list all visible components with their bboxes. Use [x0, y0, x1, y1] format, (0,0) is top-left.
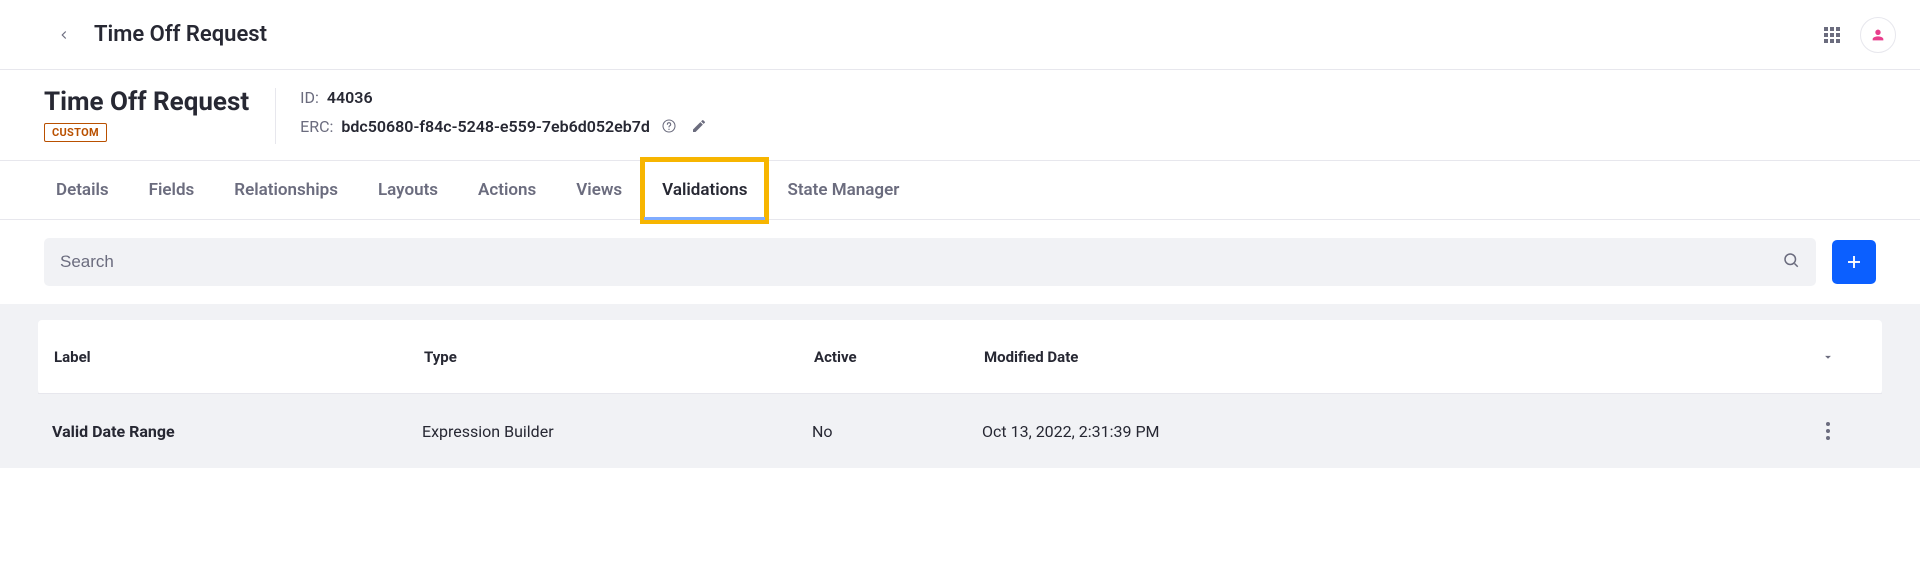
meta-row-id: ID: 44036 [300, 88, 710, 107]
status-badge: CUSTOM [44, 123, 107, 142]
cell-type: Expression Builder [422, 422, 812, 441]
col-modified[interactable]: Modified Date [982, 348, 1788, 366]
table-row[interactable]: Valid Date Range Expression Builder No O… [38, 394, 1882, 468]
plus-icon [1845, 253, 1863, 271]
row-actions-button[interactable] [1788, 422, 1868, 440]
meta-row-erc: ERC: bdc50680-f84c-5248-e559-7eb6d052eb7… [300, 115, 710, 137]
apps-menu-button[interactable] [1824, 27, 1840, 43]
tab-views[interactable]: Views [576, 161, 622, 220]
title-column: Time Off Request CUSTOM [44, 88, 276, 144]
back-button[interactable] [52, 23, 76, 47]
tab-validations[interactable]: Validations [644, 161, 765, 220]
meta-column: ID: 44036 ERC: bdc50680-f84c-5248-e559-7… [276, 88, 710, 137]
table-header-row: Label Type Active Modified Date [38, 320, 1882, 394]
tab-layouts[interactable]: Layouts [378, 161, 438, 220]
pencil-icon [691, 118, 707, 134]
top-bar: Time Off Request [0, 0, 1920, 70]
add-button[interactable] [1832, 240, 1876, 284]
header-block: Time Off Request CUSTOM ID: 44036 ERC: b… [0, 70, 1920, 161]
search-input[interactable] [60, 252, 1782, 272]
table-body: Valid Date Range Expression Builder No O… [38, 394, 1882, 468]
columns-dropdown-button[interactable] [1788, 350, 1868, 364]
cell-label: Valid Date Range [52, 422, 422, 441]
chevron-left-icon [57, 28, 71, 42]
table: Label Type Active Modified Date [38, 320, 1882, 394]
search-icon [1782, 251, 1800, 273]
erc-label: ERC: [300, 117, 333, 136]
page-title: Time Off Request [44, 88, 249, 117]
user-avatar-button[interactable] [1860, 17, 1896, 53]
id-label: ID: [300, 88, 319, 107]
cell-active: No [812, 422, 982, 441]
col-label[interactable]: Label [52, 348, 422, 366]
tab-details[interactable]: Details [56, 161, 109, 220]
col-active[interactable]: Active [812, 348, 982, 366]
question-circle-icon [661, 118, 677, 134]
id-value: 44036 [327, 88, 373, 107]
erc-value: bdc50680-f84c-5248-e559-7eb6d052eb7d [341, 117, 650, 136]
col-type[interactable]: Type [422, 348, 812, 366]
caret-down-icon [1821, 350, 1835, 364]
cell-modified: Oct 13, 2022, 2:31:39 PM [982, 422, 1788, 441]
breadcrumb-title: Time Off Request [94, 22, 267, 47]
search-wrap [44, 238, 1816, 286]
user-icon [1870, 27, 1886, 43]
toolbar [0, 220, 1920, 304]
tab-relationships[interactable]: Relationships [234, 161, 338, 220]
tab-fields[interactable]: Fields [149, 161, 195, 220]
erc-edit-button[interactable] [688, 115, 710, 137]
tabs: Details Fields Relationships Layouts Act… [0, 161, 1920, 220]
erc-help-button[interactable] [658, 115, 680, 137]
top-right [1824, 17, 1896, 53]
tab-actions[interactable]: Actions [478, 161, 536, 220]
tab-state-manager[interactable]: State Manager [787, 161, 899, 220]
table-area: Label Type Active Modified Date Valid Da… [0, 304, 1920, 468]
kebab-icon [1826, 422, 1830, 440]
